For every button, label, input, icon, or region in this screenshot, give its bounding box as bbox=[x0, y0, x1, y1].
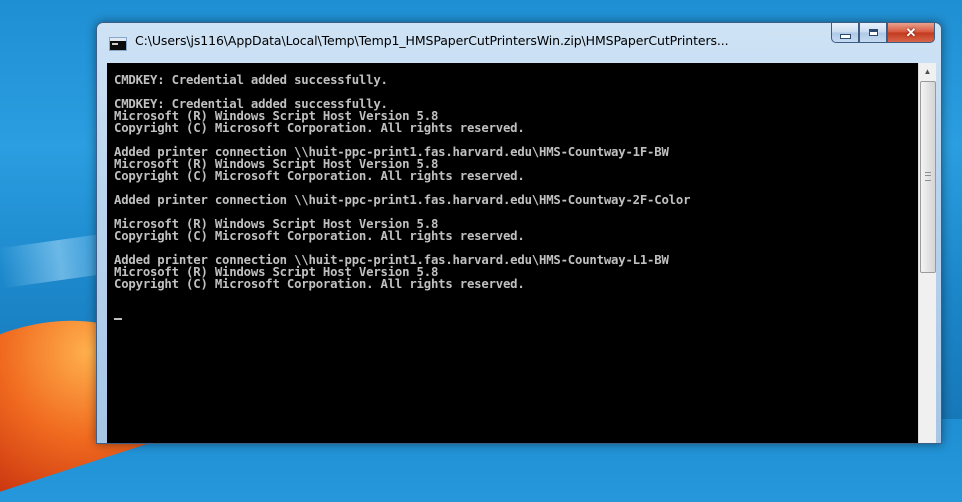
title-bar[interactable]: C:\Users\js116\AppData\Local\Temp\Temp1_… bbox=[97, 23, 941, 63]
console-line: Copyright (C) Microsoft Corporation. All… bbox=[114, 169, 525, 183]
scrollbar-thumb[interactable] bbox=[920, 81, 936, 273]
minimize-button[interactable] bbox=[831, 23, 859, 43]
caption-buttons: ✕ bbox=[831, 23, 935, 45]
grip-icon bbox=[925, 172, 931, 181]
close-icon: ✕ bbox=[905, 25, 917, 40]
cursor-line bbox=[107, 302, 919, 320]
maximize-icon bbox=[868, 29, 878, 36]
console-line: CMDKEY: Credential added successfully. bbox=[114, 73, 388, 87]
close-button[interactable]: ✕ bbox=[887, 23, 935, 43]
console-line: Added printer connection \\huit-ppc-prin… bbox=[114, 193, 691, 207]
scroll-up-button[interactable]: ▲ bbox=[919, 63, 936, 80]
text-cursor bbox=[114, 318, 122, 320]
window-title: C:\Users\js116\AppData\Local\Temp\Temp1_… bbox=[135, 33, 729, 48]
vertical-scrollbar[interactable]: ▲ bbox=[918, 63, 936, 443]
console-line: Copyright (C) Microsoft Corporation. All… bbox=[114, 277, 525, 291]
cmd-window[interactable]: C:\Users\js116\AppData\Local\Temp\Temp1_… bbox=[96, 22, 942, 444]
chevron-up-icon: ▲ bbox=[923, 67, 932, 76]
console-line: Copyright (C) Microsoft Corporation. All… bbox=[114, 121, 525, 135]
console-output[interactable]: CMDKEY: Credential added successfully. C… bbox=[107, 63, 919, 443]
minimize-icon bbox=[839, 33, 851, 39]
maximize-button[interactable] bbox=[859, 23, 887, 43]
console-text: CMDKEY: Credential added successfully. C… bbox=[107, 63, 919, 302]
console-line: Copyright (C) Microsoft Corporation. All… bbox=[114, 229, 525, 243]
console-app-icon[interactable] bbox=[109, 37, 127, 51]
